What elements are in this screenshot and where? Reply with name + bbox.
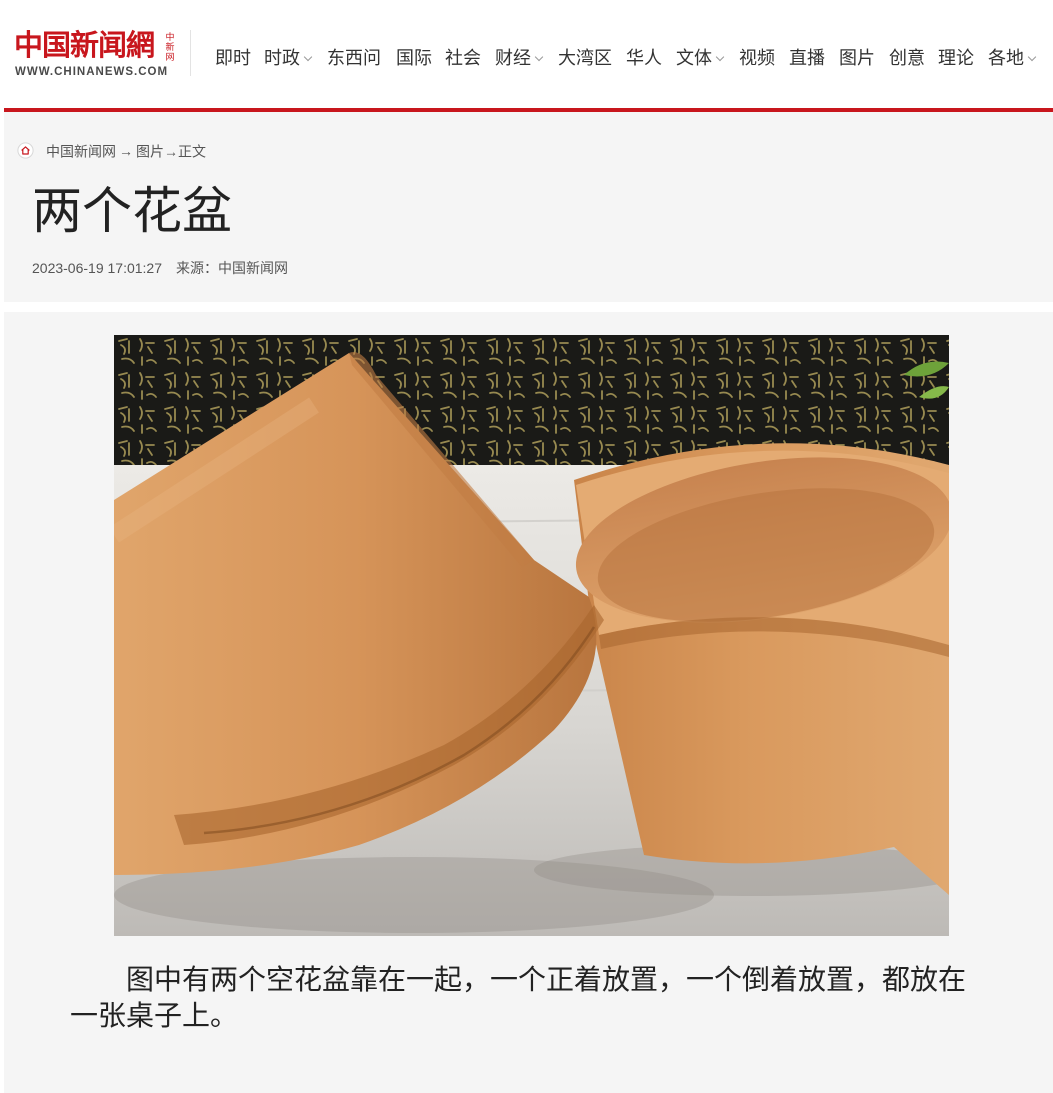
article-photo — [114, 335, 949, 936]
article-datetime: 2023-06-19 17:01:27 — [32, 260, 162, 276]
breadcrumb-item-pictures[interactable]: 图片 — [136, 143, 164, 159]
logo-chinese-text: 中国新闻網 — [14, 28, 155, 62]
nav-item[interactable]: 国际 — [396, 44, 432, 74]
logo-side-text: 中新网 — [165, 32, 175, 62]
article-meta: 2023-06-19 17:01:27 来源：中国新闻网 — [32, 259, 288, 277]
breadcrumb-separator: → — [164, 143, 178, 160]
nav-item-label: 东西问 — [327, 48, 381, 68]
nav-item-label: 社会 — [445, 48, 481, 68]
chevron-down-icon — [303, 52, 313, 62]
article-header-panel: 中国新闻网 → 图片→正文 两个花盆 2023-06-19 17:01:27 来源：中… — [4, 112, 1053, 302]
nav-item-label: 视频 — [739, 48, 775, 68]
nav-item[interactable]: 时政 — [264, 44, 313, 74]
nav-item-label: 文体 — [676, 48, 712, 68]
nav-item-label: 直播 — [789, 48, 825, 68]
nav-item-label: 图片 — [839, 48, 875, 68]
nav-item[interactable]: 大湾区 — [558, 44, 612, 74]
article-source: 来源：中国新闻网 — [176, 260, 288, 276]
nav-item[interactable]: 各地 — [988, 44, 1037, 74]
breadcrumb-item-article: 正文 — [178, 143, 206, 160]
nav-item-label: 大湾区 — [558, 48, 612, 68]
chevron-down-icon — [715, 52, 725, 62]
logo-divider — [190, 30, 191, 76]
home-icon[interactable] — [17, 142, 34, 159]
nav-item[interactable]: 创意 — [889, 44, 925, 74]
nav-item[interactable]: 理论 — [938, 44, 974, 74]
nav-item-label: 财经 — [495, 48, 531, 68]
nav-item-label: 理论 — [938, 48, 974, 68]
logo-english-text: WWW.CHINANEWS.COM — [15, 66, 169, 78]
nav-item-label: 即时 — [215, 48, 251, 68]
breadcrumb-item-home[interactable]: 中国新闻网 — [46, 143, 116, 159]
chevron-down-icon — [534, 52, 544, 62]
breadcrumb-separator: → — [119, 143, 133, 160]
nav-item[interactable]: 图片 — [839, 44, 875, 74]
nav-item[interactable]: 华人 — [626, 44, 662, 74]
nav-item[interactable]: 即时 — [215, 44, 251, 74]
breadcrumb: 中国新闻网 → 图片→正文 — [17, 140, 206, 160]
chevron-down-icon — [1027, 52, 1037, 62]
nav-item[interactable]: 社会 — [445, 44, 481, 74]
flower-pots-illustration — [114, 335, 949, 936]
article-body-panel: 图中有两个空花盆靠在一起，一个正着放置，一个倒着放置，都放在一张桌子上。 — [4, 312, 1053, 1093]
site-header: 中国新闻網 中新网 WWW.CHINANEWS.COM 即时 时政 东西问 国际 社会财… — [0, 0, 1053, 108]
nav-item-label: 创意 — [889, 48, 925, 68]
nav-item[interactable]: 视频 — [739, 44, 775, 74]
nav-item-label: 国际 — [396, 48, 432, 68]
site-logo[interactable]: 中国新闻網 中新网 WWW.CHINANEWS.COM — [14, 28, 190, 84]
nav-item-label: 时政 — [264, 48, 300, 68]
nav-item[interactable]: 文体 — [676, 44, 725, 74]
nav-item[interactable]: 财经 — [495, 44, 544, 74]
nav-item[interactable]: 直播 — [789, 44, 825, 74]
article-title: 两个花盆 — [32, 183, 232, 239]
nav-item-label: 各地 — [988, 48, 1024, 68]
nav-item[interactable]: 东西问 — [327, 44, 381, 74]
nav-item-label: 华人 — [626, 48, 662, 68]
photo-caption: 图中有两个空花盆靠在一起，一个正着放置，一个倒着放置，都放在一张桌子上。 — [70, 964, 967, 1031]
